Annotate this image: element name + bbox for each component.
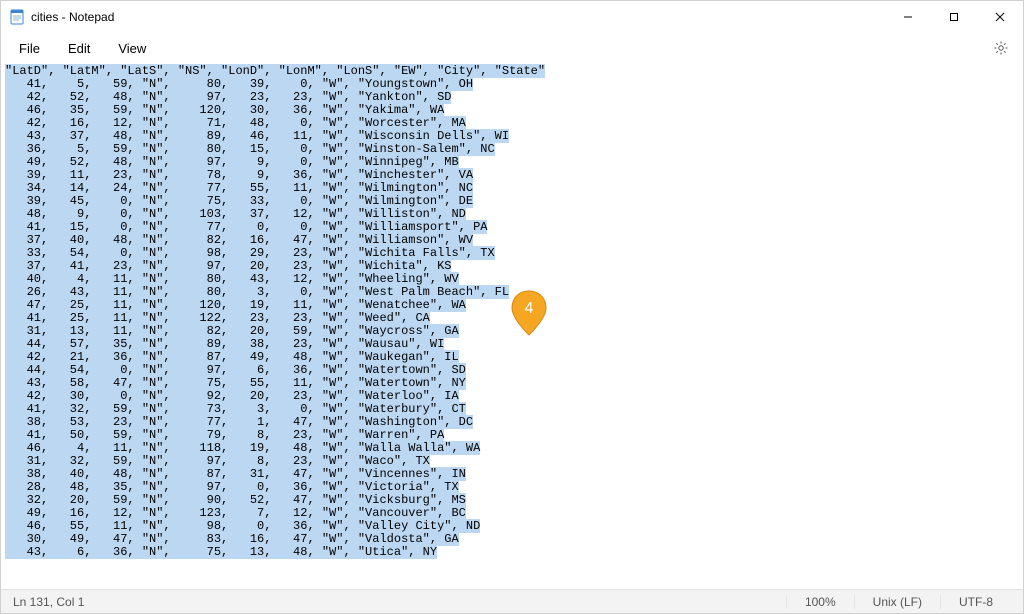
window-title: cities - Notepad xyxy=(31,10,114,24)
status-line-ending: Unix (LF) xyxy=(854,595,940,609)
minimize-button[interactable] xyxy=(885,1,931,33)
notepad-icon xyxy=(9,9,25,25)
menu-edit[interactable]: Edit xyxy=(58,37,100,60)
close-button[interactable] xyxy=(977,1,1023,33)
editor-area[interactable]: "LatD", "LatM", "LatS", "NS", "LonD", "L… xyxy=(1,63,1023,589)
menu-file[interactable]: File xyxy=(9,37,50,60)
editor-text[interactable]: "LatD", "LatM", "LatS", "NS", "LonD", "L… xyxy=(5,65,1019,559)
notepad-window: cities - Notepad File Edit View "LatD", xyxy=(0,0,1024,614)
titlebar: cities - Notepad xyxy=(1,1,1023,33)
status-encoding: UTF-8 xyxy=(940,595,1011,609)
window-controls xyxy=(885,1,1023,33)
menubar: File Edit View xyxy=(1,33,1023,63)
statusbar: Ln 131, Col 1 100% Unix (LF) UTF-8 xyxy=(1,589,1023,613)
status-zoom: 100% xyxy=(786,595,854,609)
menu-view[interactable]: View xyxy=(108,37,156,60)
status-cursor-position: Ln 131, Col 1 xyxy=(13,595,84,609)
settings-button[interactable] xyxy=(987,34,1015,62)
maximize-button[interactable] xyxy=(931,1,977,33)
